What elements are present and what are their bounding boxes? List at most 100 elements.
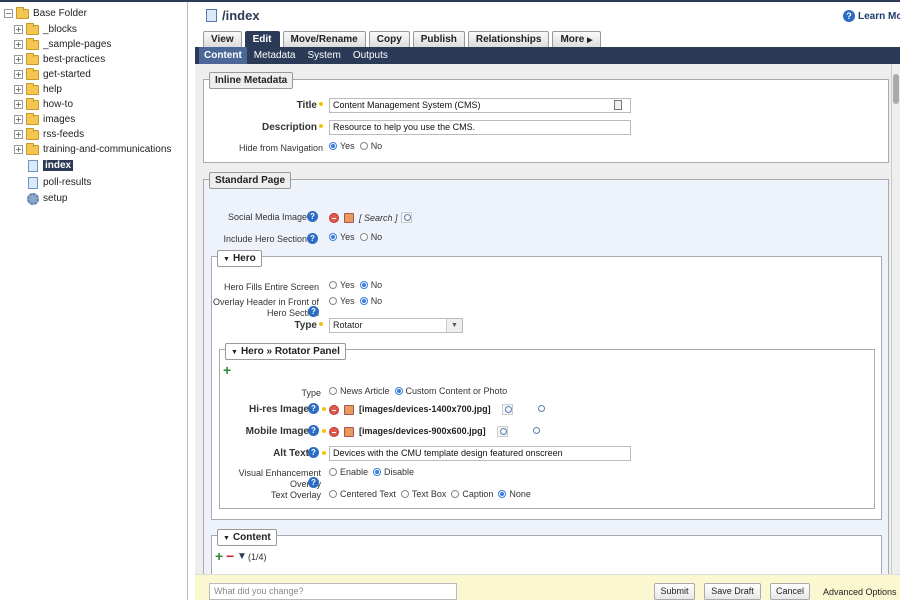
tree-item-label[interactable]: _blocks — [43, 24, 77, 35]
visual-overlay-enable[interactable]: Enable — [329, 467, 368, 477]
tree-item[interactable]: + rss-feeds — [14, 127, 84, 142]
title-input[interactable]: Content Management System (CMS) — [329, 98, 631, 113]
text-overlay-none[interactable]: None — [498, 489, 531, 499]
tree-item[interactable]: + get-started — [14, 67, 91, 82]
search-chooser[interactable]: [ Search ] — [359, 213, 398, 223]
radio-selected-icon[interactable] — [498, 490, 507, 498]
radio-icon[interactable] — [329, 468, 337, 476]
learn-more-label[interactable]: Learn Mo — [858, 11, 900, 22]
tree-item-label[interactable]: _sample-pages — [43, 39, 111, 50]
tree-root-label[interactable]: Base Folder — [33, 8, 87, 19]
expand-icon[interactable]: + — [14, 40, 23, 49]
radio-icon[interactable] — [359, 233, 368, 241]
subtab-outputs[interactable]: Outputs — [348, 47, 393, 64]
tab-view[interactable]: View — [203, 31, 242, 47]
radio-icon[interactable] — [400, 490, 409, 498]
radio-selected-icon[interactable] — [394, 387, 403, 395]
hide-nav-yes[interactable]: Yes — [329, 141, 355, 151]
overlay-header-yes[interactable]: Yes — [329, 296, 355, 306]
radio-icon[interactable] — [329, 387, 337, 395]
tree-item[interactable]: + training-and-communications — [14, 142, 171, 157]
radio-icon[interactable] — [359, 142, 368, 150]
scroll-thumb[interactable] — [893, 74, 899, 104]
help-icon[interactable]: ? — [307, 211, 318, 222]
expand-icon[interactable]: + — [14, 55, 23, 64]
tree-item-label[interactable]: training-and-communications — [43, 144, 171, 155]
field-options-icon[interactable] — [614, 100, 622, 110]
overlay-header-no[interactable]: No — [359, 296, 382, 306]
advanced-options-link[interactable]: Advanced Options — [823, 587, 897, 597]
radio-selected-icon[interactable] — [329, 233, 337, 241]
alt-text-input[interactable]: Devices with the CMU template design fea… — [329, 446, 631, 461]
tree-item[interactable]: setup — [26, 191, 67, 206]
help-icon[interactable]: ? — [308, 425, 319, 436]
tree-item[interactable]: + how-to — [14, 97, 73, 112]
radio-selected-icon[interactable] — [359, 281, 368, 289]
radio-selected-icon[interactable] — [359, 297, 368, 305]
help-icon[interactable]: ? — [308, 447, 319, 458]
tree-item-label[interactable]: get-started — [43, 69, 91, 80]
text-overlay-caption[interactable]: Caption — [451, 489, 493, 499]
hero-type-select[interactable]: Rotator ▼ — [329, 318, 463, 333]
subtab-system[interactable]: System — [302, 47, 345, 64]
tree-item[interactable]: poll-results — [26, 175, 91, 190]
remove-icon[interactable]: − — [226, 549, 234, 563]
help-icon[interactable]: ? — [308, 403, 319, 414]
hide-nav-no[interactable]: No — [359, 141, 382, 151]
clear-icon[interactable] — [329, 405, 339, 415]
tree-root[interactable]: − Base Folder — [4, 6, 87, 21]
hero-legend[interactable]: ▼ Hero — [217, 250, 262, 267]
tab-move-rename[interactable]: Move/Rename — [282, 31, 366, 47]
tree-item-label[interactable]: best-practices — [43, 54, 105, 65]
radio-icon[interactable] — [451, 490, 460, 498]
add-icon[interactable]: + — [215, 549, 223, 563]
radio-icon[interactable] — [329, 490, 337, 498]
subtab-metadata[interactable]: Metadata — [249, 47, 301, 64]
help-icon[interactable]: ? — [307, 233, 318, 244]
description-input[interactable]: Resource to help you use the CMS. — [329, 120, 631, 135]
visual-overlay-disable[interactable]: Disable — [373, 467, 414, 477]
radio-icon[interactable] — [329, 297, 337, 305]
text-overlay-box[interactable]: Text Box — [400, 489, 446, 499]
expand-icon[interactable]: + — [14, 100, 23, 109]
tree-item[interactable]: + images — [14, 112, 75, 127]
radio-icon[interactable] — [329, 281, 337, 289]
comment-input[interactable]: What did you change? — [209, 583, 457, 600]
rotator-type-custom[interactable]: Custom Content or Photo — [394, 386, 507, 396]
expand-icon[interactable]: + — [14, 25, 23, 34]
chevron-down-icon[interactable]: ▼ — [446, 319, 462, 332]
scrollbar[interactable] — [891, 64, 900, 574]
search-icon[interactable] — [497, 426, 508, 437]
tree-item[interactable]: + _sample-pages — [14, 37, 111, 52]
subtab-content[interactable]: Content — [199, 47, 247, 64]
tree-item-label[interactable]: index — [43, 160, 74, 171]
save-draft-button[interactable]: Save Draft — [704, 583, 761, 600]
tree-item[interactable]: + best-practices — [14, 52, 105, 67]
tree-item-label[interactable]: images — [43, 114, 75, 125]
rotator-legend[interactable]: ▼ Hero » Rotator Panel — [225, 343, 346, 360]
tree-item-active[interactable]: index — [26, 158, 74, 173]
hires-image-path[interactable]: [images/devices-1400x700.jpg] — [359, 404, 491, 414]
submit-button[interactable]: Submit — [654, 583, 695, 600]
expand-icon[interactable]: + — [14, 70, 23, 79]
expand-icon[interactable]: + — [14, 130, 23, 139]
expand-icon[interactable]: + — [14, 85, 23, 94]
learn-more-link[interactable]: ? Learn Mo — [843, 10, 900, 22]
search-icon[interactable] — [502, 404, 513, 415]
tab-copy[interactable]: Copy — [368, 31, 410, 47]
tab-publish[interactable]: Publish — [412, 31, 465, 47]
tab-edit[interactable]: Edit — [244, 31, 280, 47]
rotator-type-news[interactable]: News Article — [329, 386, 390, 396]
mobile-image-path[interactable]: [images/devices-900x600.jpg] — [359, 426, 486, 436]
tree-item[interactable]: + help — [14, 82, 62, 97]
cancel-button[interactable]: Cancel — [770, 583, 810, 600]
preview-icon[interactable] — [538, 405, 545, 412]
tab-more-label[interactable]: More — [560, 34, 584, 45]
add-icon[interactable]: + — [223, 363, 231, 377]
expand-icon[interactable]: + — [14, 145, 23, 154]
include-hero-yes[interactable]: Yes — [329, 232, 355, 242]
help-icon[interactable]: ? — [308, 477, 319, 488]
tree-item-label[interactable]: help — [43, 84, 62, 95]
tree-item-label[interactable]: poll-results — [43, 177, 91, 188]
tree-item-label[interactable]: setup — [43, 193, 67, 204]
